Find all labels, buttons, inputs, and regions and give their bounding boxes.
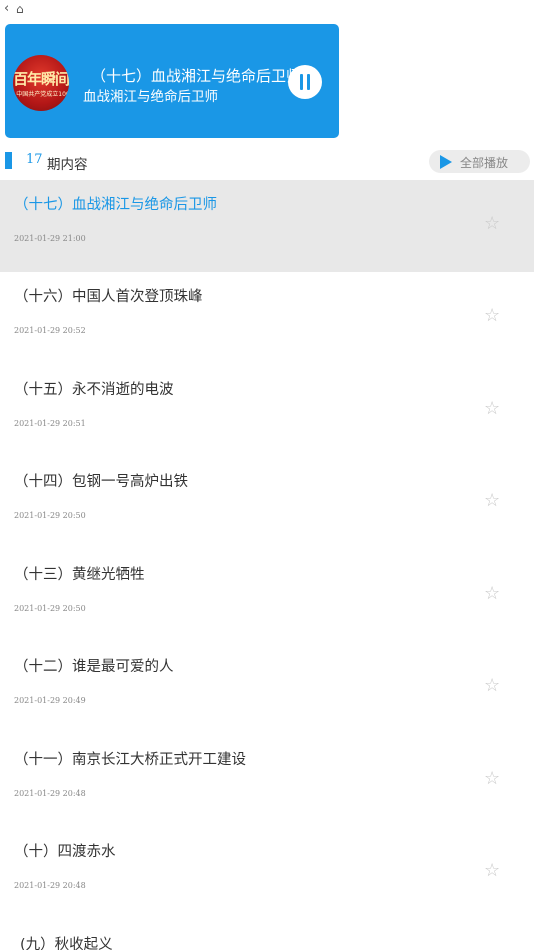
back-icon[interactable]: ‹ — [4, 1, 9, 17]
cover-title: 百年瞬间 — [13, 70, 69, 88]
star-icon[interactable]: ☆ — [484, 215, 500, 233]
star-icon[interactable]: ☆ — [484, 770, 500, 788]
episode-title: (九）秋收起义 — [20, 937, 113, 950]
episode-item[interactable]: （十四）包钢一号高炉出铁 2021-01-29 20:50 ☆ — [0, 457, 534, 549]
episode-title: （十二）谁是最可爱的人 — [14, 659, 174, 675]
episode-item[interactable]: （十一）南京长江大桥正式开工建设 2021-01-29 20:48 ☆ — [0, 735, 534, 827]
episode-count: 17 — [26, 152, 43, 167]
episode-item[interactable]: （十七）血战湘江与绝命后卫师 2021-01-29 21:00 ☆ — [0, 180, 534, 272]
star-icon[interactable]: ☆ — [484, 585, 500, 603]
episode-title: （十六）中国人首次登顶珠峰 — [14, 289, 203, 305]
episode-item[interactable]: （十六）中国人首次登顶珠峰 2021-01-29 20:52 ☆ — [0, 272, 534, 364]
play-all-label: 全部播放 — [460, 156, 509, 170]
now-playing-title: （十七）血战湘江与绝命后卫师 — [91, 67, 302, 85]
episode-title: （十）四渡赤水 — [14, 844, 116, 860]
episode-date: 2021-01-29 20:48 — [14, 881, 86, 890]
episode-count-label: 期内容 — [47, 157, 88, 173]
episode-title: （十四）包钢一号高炉出铁 — [14, 474, 188, 490]
now-playing-card[interactable]: 百年瞬间 中国共产党成立100 （十七）血战湘江与绝命后卫师 血战湘江与绝命后卫… — [5, 24, 339, 138]
album-cover: 百年瞬间 中国共产党成立100 — [13, 55, 69, 111]
episode-title: （十五）永不消逝的电波 — [14, 382, 174, 398]
play-all-button[interactable]: 全部播放 — [429, 150, 530, 173]
episode-item[interactable]: （十）四渡赤水 2021-01-29 20:48 ☆ — [0, 827, 534, 919]
star-icon[interactable]: ☆ — [484, 862, 500, 880]
episode-item[interactable]: （十三）黄继光牺牲 2021-01-29 20:50 ☆ — [0, 550, 534, 642]
episode-date: 2021-01-29 20:50 — [14, 604, 86, 613]
pause-button[interactable] — [288, 65, 322, 99]
top-bar: ‹ ⌂ — [0, 0, 534, 20]
episode-item[interactable]: （十二）谁是最可爱的人 2021-01-29 20:49 ☆ — [0, 642, 534, 734]
star-icon[interactable]: ☆ — [484, 400, 500, 418]
episode-date: 2021-01-29 20:49 — [14, 696, 86, 705]
pause-icon — [300, 74, 303, 90]
episode-title: （十三）黄继光牺牲 — [14, 567, 145, 583]
episode-title: （十一）南京长江大桥正式开工建设 — [14, 752, 246, 768]
episode-item[interactable]: （十五）永不消逝的电波 2021-01-29 20:51 ☆ — [0, 365, 534, 457]
episode-date: 2021-01-29 20:48 — [14, 789, 86, 798]
star-icon[interactable]: ☆ — [484, 492, 500, 510]
star-icon[interactable]: ☆ — [484, 677, 500, 695]
episode-date: 2021-01-29 20:51 — [14, 419, 86, 428]
play-icon — [440, 155, 452, 169]
episode-date: 2021-01-29 20:50 — [14, 511, 86, 520]
home-icon[interactable]: ⌂ — [16, 1, 24, 17]
cover-subtitle: 中国共产党成立100 — [16, 91, 69, 98]
episode-date: 2021-01-29 20:52 — [14, 326, 86, 335]
episode-item[interactable]: (九）秋收起义 — [0, 920, 534, 950]
section-marker — [5, 152, 12, 169]
now-playing-subtitle: 血战湘江与绝命后卫师 — [83, 89, 218, 105]
pause-icon-bar — [307, 74, 310, 90]
episode-title: （十七）血战湘江与绝命后卫师 — [14, 197, 217, 213]
episode-date: 2021-01-29 21:00 — [14, 234, 86, 243]
star-icon[interactable]: ☆ — [484, 307, 500, 325]
